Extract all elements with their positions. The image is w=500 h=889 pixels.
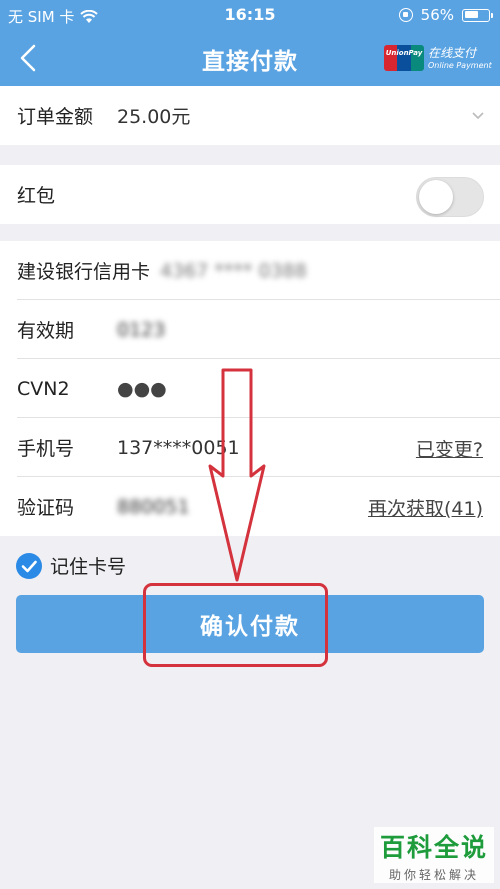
expiry-value: 0123 (117, 318, 166, 341)
phone-row[interactable]: 手机号 137****0051 已变更? (0, 418, 500, 477)
unionpay-brand: UnionPay 在线支付 Online Payment (384, 42, 492, 74)
expiry-label: 有效期 (17, 320, 75, 342)
bank-name: 建设银行信用卡 (17, 261, 151, 283)
cvn-value: ●●● (117, 377, 167, 400)
nav-bar: 直接付款 UnionPay 在线支付 Online Payment (0, 30, 500, 86)
phone-value: 137****0051 (117, 436, 240, 459)
card-section: 建设银行信用卡 4367 **** 0388 有效期 0123 CVN2 ●●●… (0, 241, 500, 536)
red-packet-toggle[interactable] (416, 177, 484, 217)
checkmark-icon[interactable] (16, 552, 42, 579)
cvn-row[interactable]: CVN2 ●●● (0, 359, 500, 418)
battery-percent: 56% (420, 6, 454, 24)
order-amount-value: 25.00元 (117, 106, 191, 128)
remember-label: 记住卡号 (50, 556, 127, 578)
code-value: 880051 (117, 495, 190, 518)
order-amount-label: 订单金额 (17, 106, 94, 128)
unionpay-logo-text: UnionPay (385, 49, 423, 57)
unionpay-logo-icon: UnionPay (384, 45, 424, 71)
card-number: 4367 **** 0388 (160, 259, 307, 282)
top-bar: 无 SIM 卡 16:15 56% 直接付款 UnionPay 在线支付 Onl… (0, 0, 500, 86)
code-label: 验证码 (17, 497, 75, 519)
brand-top: 在线支付 (428, 45, 477, 60)
toggle-knob (419, 180, 453, 214)
brand-bottom: Online Payment (428, 60, 492, 70)
chevron-down-icon[interactable] (472, 110, 484, 122)
cvn-label: CVN2 (17, 377, 70, 400)
red-packet-label: 红包 (17, 185, 56, 207)
status-bar: 无 SIM 卡 16:15 56% (0, 0, 500, 30)
resend-code-link[interactable]: 再次获取(41) (368, 494, 483, 521)
red-packet-section: 红包 (0, 165, 500, 224)
red-packet-row: 红包 (0, 165, 500, 224)
annotation-box (143, 583, 328, 667)
watermark-subtitle: 助你轻松解决 (388, 867, 479, 882)
rotation-lock-icon (398, 8, 413, 22)
order-amount-row[interactable]: 订单金额 25.00元 (0, 86, 500, 145)
watermark-logo: 百科全说 助你轻松解决 (374, 827, 494, 883)
code-row[interactable]: 验证码 880051 再次获取(41) (0, 477, 500, 536)
status-right: 56% (398, 6, 493, 24)
remember-card[interactable]: 记住卡号 (16, 552, 126, 579)
phone-label: 手机号 (17, 438, 75, 460)
order-section: 订单金额 25.00元 (0, 86, 500, 145)
brand-text: 在线支付 Online Payment (428, 47, 492, 70)
battery-icon (462, 8, 493, 22)
check-glyph (21, 560, 37, 572)
watermark-title: 百科全说 (379, 832, 488, 862)
expiry-row[interactable]: 有效期 0123 (0, 300, 500, 359)
bank-row: 建设银行信用卡 4367 **** 0388 (0, 241, 500, 300)
phone-changed-link[interactable]: 已变更? (416, 435, 483, 462)
